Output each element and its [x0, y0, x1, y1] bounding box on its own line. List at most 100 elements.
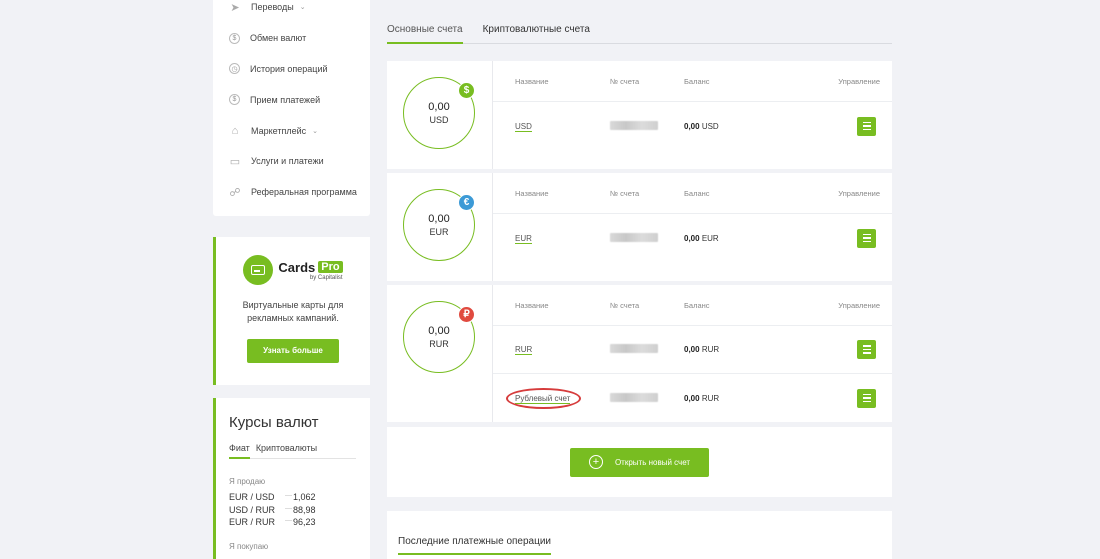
- rate-row: EUR / RUR — 96,23: [229, 517, 356, 528]
- chevron-down-icon: ⌄: [299, 4, 306, 12]
- col-control: Управление: [838, 188, 880, 198]
- col-number: № счета: [610, 76, 640, 86]
- account-name-link[interactable]: USD: [515, 121, 532, 132]
- ring-currency: EUR: [429, 227, 449, 237]
- tab-main-accounts[interactable]: Основные счета: [387, 23, 463, 44]
- sidebar-item-payments[interactable]: $ Прием платежей: [213, 84, 370, 115]
- rate-value: 88,98: [293, 504, 316, 515]
- col-name: Название: [515, 76, 549, 86]
- balance-value: 0,00: [684, 121, 700, 131]
- sidebar-item-label: Реферальная программа: [251, 187, 357, 198]
- recent-operations-panel: Последние платежные операции: [387, 511, 892, 559]
- logo-pro-badge: Pro: [318, 261, 343, 273]
- col-number: № счета: [610, 188, 640, 198]
- col-balance: Баланс: [684, 188, 710, 198]
- ring-amount: 0,00: [428, 101, 450, 113]
- rate-separator: —: [285, 517, 292, 524]
- open-new-account-label: Открыть новый счет: [614, 457, 691, 467]
- open-new-account-button[interactable]: + Открыть новый счет: [570, 447, 709, 477]
- euro-icon: €: [458, 194, 475, 211]
- dollar-icon: $: [458, 82, 475, 99]
- tab-crypto[interactable]: Криптовалюты: [256, 443, 317, 458]
- account-menu-button[interactable]: [857, 228, 876, 248]
- rate-row: EUR / USD — 1,062: [229, 492, 356, 503]
- send-icon: ➤: [230, 1, 240, 14]
- rate-value: 1,062: [293, 492, 316, 502]
- rates-tabs: Фиат Криптовалюты: [229, 443, 356, 459]
- sidebar-item-label: История операций: [250, 63, 328, 74]
- users-icon: ☍: [229, 186, 241, 199]
- cards-pro-logo: Cards Pro by Capitalist: [216, 255, 370, 285]
- table-header: Название № счета Баланс Управление: [493, 285, 892, 326]
- ruble-icon: ₽: [458, 306, 475, 323]
- col-name: Название: [515, 300, 549, 310]
- rate-pair: USD / RUR: [229, 504, 276, 515]
- balance-value: 0,00: [684, 345, 700, 354]
- sidebar-item-history[interactable]: ◷ История операций: [213, 54, 370, 85]
- account-card-eur: 0,00 EUR € Название № счета Баланс Управ…: [387, 173, 892, 281]
- buy-label: Я покупаю: [229, 541, 269, 551]
- dollar-icon: $: [229, 32, 240, 44]
- account-name-link[interactable]: EUR: [515, 233, 532, 244]
- rate-pair: EUR / USD: [229, 492, 275, 502]
- sidebar-item-label: Прием платежей: [250, 94, 321, 105]
- sidebar-item-referral[interactable]: ☍ Реферальная программа: [213, 177, 370, 208]
- promo-text: Виртуальные карты для рекламных кампаний…: [242, 300, 344, 323]
- rate-row: USD / RUR — 88,98: [229, 505, 356, 516]
- sidebar: ➤ Переводы ⌄ $ Обмен валют ◷ История опе…: [213, 0, 370, 559]
- sidebar-item-transfers[interactable]: ➤ Переводы ⌄: [213, 0, 370, 23]
- balance-ring: 0,00 USD $: [403, 77, 475, 149]
- col-balance: Баланс: [684, 76, 710, 86]
- account-menu-button[interactable]: [857, 388, 876, 408]
- cards-pro-promo: Cards Pro by Capitalist Виртуальные карт…: [213, 237, 370, 385]
- col-control: Управление: [838, 76, 880, 86]
- sidebar-item-marketplace[interactable]: ⌂ Маркетплейс ⌄: [213, 115, 370, 146]
- account-number-blurred: [610, 392, 658, 402]
- account-number-blurred: [610, 344, 658, 353]
- logo-subtitle: by Capitalist: [309, 274, 343, 281]
- balance-currency: RUR: [701, 393, 720, 403]
- sidebar-item-label: Переводы: [251, 2, 294, 13]
- exchange-rates-widget: Курсы валют Фиат Криптовалюты Я продаю E…: [213, 398, 370, 559]
- sell-label: Я продаю: [229, 477, 266, 486]
- clock-icon: ◷: [229, 63, 240, 75]
- account-menu-button[interactable]: [857, 116, 876, 136]
- tab-crypto-accounts[interactable]: Криптовалютные счета: [483, 23, 590, 43]
- balance-ring: 0,00 RUR ₽: [403, 301, 475, 373]
- account-name-link[interactable]: Рублевый счет: [515, 393, 571, 404]
- rate-separator: —: [285, 504, 292, 512]
- table-row: RUR 0,00 RUR: [493, 326, 892, 374]
- card-icon: [243, 255, 274, 285]
- highlight-oval: Рублевый счет: [505, 387, 582, 409]
- sidebar-item-label: Маркетплейс: [251, 125, 307, 136]
- account-menu-button[interactable]: [857, 340, 876, 360]
- recent-operations-title[interactable]: Последние платежные операции: [398, 536, 552, 555]
- sidebar-item-services[interactable]: ▭ Услуги и платежи: [213, 146, 370, 177]
- account-tabs: Основные счета Криптовалютные счета: [387, 23, 892, 44]
- chevron-down-icon: ⌄: [312, 127, 319, 135]
- col-control: Управление: [838, 300, 880, 310]
- ring-currency: USD: [429, 115, 449, 125]
- sidebar-menu: ➤ Переводы ⌄ $ Обмен валют ◷ История опе…: [213, 0, 370, 216]
- balance-currency: RUR: [701, 345, 720, 354]
- learn-more-button[interactable]: Узнать больше: [247, 339, 339, 363]
- account-card-usd: 0,00 USD $ Название № счета Баланс Управ…: [387, 61, 892, 169]
- rate-pair: EUR / RUR: [229, 517, 276, 527]
- balance-value: 0,00: [684, 393, 700, 403]
- plus-icon: +: [588, 455, 603, 469]
- rate-value: 96,23: [293, 517, 316, 527]
- table-row: Рублевый счет 0,00 RUR: [493, 374, 892, 422]
- sidebar-item-label: Обмен валют: [250, 33, 307, 44]
- basket-icon: ⌂: [231, 124, 239, 137]
- tab-fiat[interactable]: Фиат: [229, 443, 250, 459]
- rate-separator: —: [285, 492, 292, 499]
- col-balance: Баланс: [684, 300, 710, 310]
- ring-amount: 0,00: [428, 325, 450, 337]
- sidebar-item-label: Услуги и платежи: [251, 156, 324, 167]
- table-header: Название № счета Баланс Управление: [493, 173, 892, 214]
- col-number: № счета: [610, 300, 640, 310]
- account-name-link[interactable]: RUR: [515, 345, 533, 355]
- briefcase-icon: ▭: [229, 155, 241, 168]
- ring-currency: RUR: [429, 339, 449, 349]
- sidebar-item-exchange[interactable]: $ Обмен валют: [213, 23, 370, 54]
